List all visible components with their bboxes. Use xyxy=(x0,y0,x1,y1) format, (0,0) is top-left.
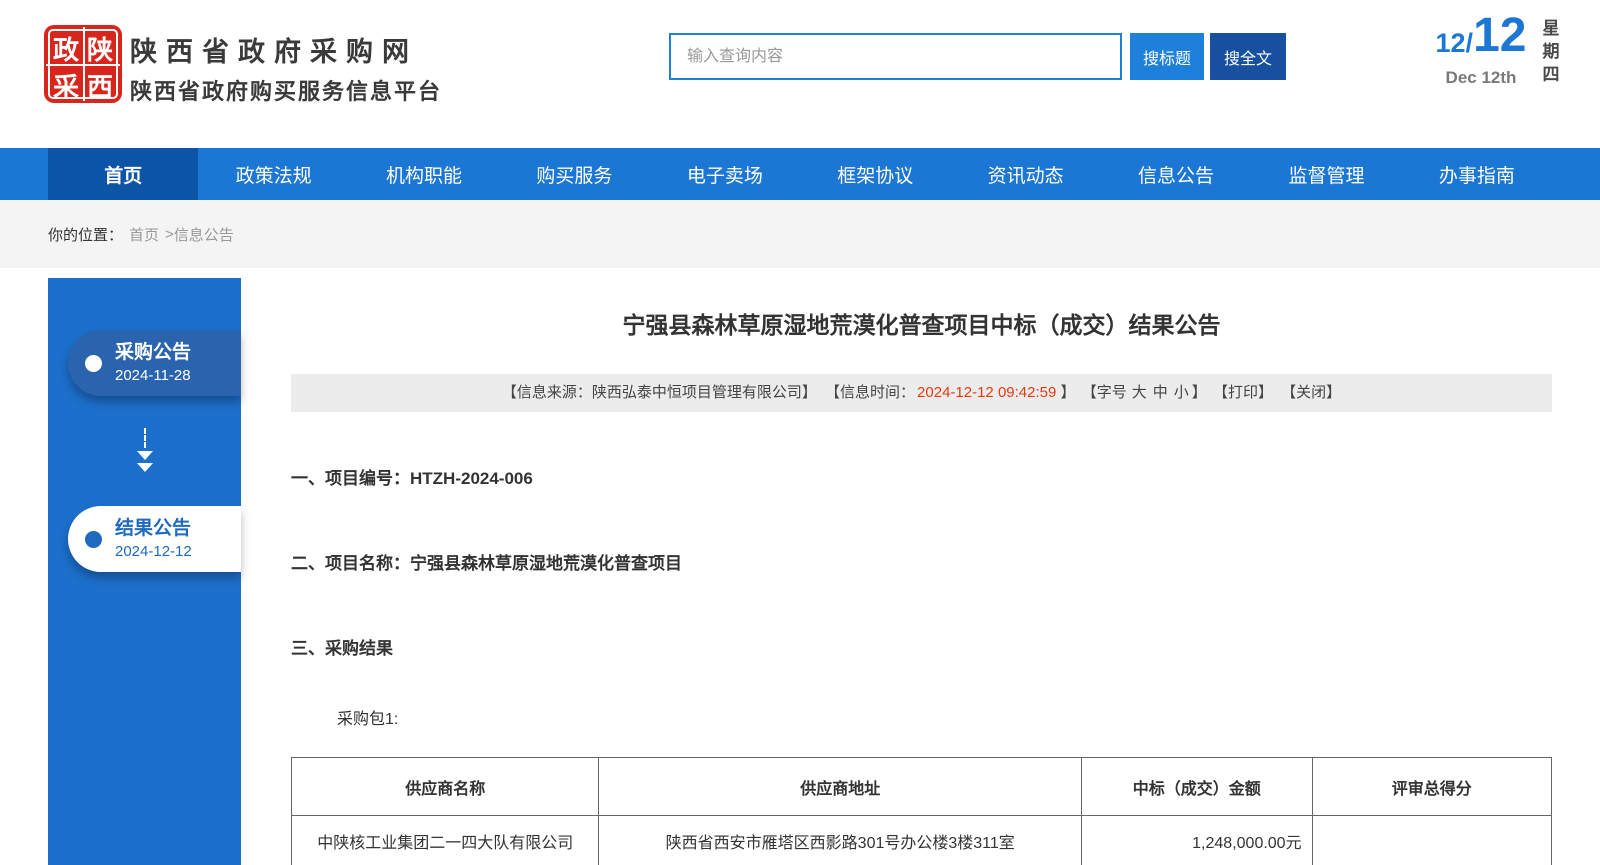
timeline-down-arrow-icon xyxy=(48,428,241,472)
nav-item-purchase-services[interactable]: 购买服务 xyxy=(499,148,649,200)
section-project-name: 二、项目名称：宁强县森林草原湿地荒漠化普查项目 xyxy=(291,549,1552,574)
seal-divider xyxy=(46,64,120,66)
nav-item-framework-agreements[interactable]: 框架协议 xyxy=(800,148,950,200)
seal-char: 政 xyxy=(49,30,83,67)
meta-fontsize-suffix: 】 xyxy=(1192,384,1207,401)
timeline-dot-icon xyxy=(85,355,102,372)
breadcrumb-home-link[interactable]: 首页 xyxy=(129,224,159,245)
timeline-item-result-notice[interactable]: 结果公告 2024-12-12 xyxy=(68,506,241,572)
package-label: 采购包1: xyxy=(337,705,1552,729)
meta-time-value: 2024-12-12 09:42:59 xyxy=(917,384,1056,401)
nav-item-announcements[interactable]: 信息公告 xyxy=(1101,148,1251,200)
nav-item-policies[interactable]: 政策法规 xyxy=(198,148,348,200)
cell-supplier-address: 陕西省西安市雁塔区西影路301号办公楼3楼311室 xyxy=(599,816,1082,865)
col-review-score: 评审总得分 xyxy=(1312,758,1551,816)
section-project-number: 一、项目编号：HTZH-2024-006 xyxy=(291,464,1552,489)
table-row: 中陕核工业集团二一四大队有限公司 陕西省西安市雁塔区西影路301号办公楼3楼31… xyxy=(292,816,1552,865)
search-title-button[interactable]: 搜标题 xyxy=(1130,33,1204,80)
article-meta-bar: 【信息来源：陕西弘泰中恒项目管理有限公司】 【信息时间：2024-12-12 0… xyxy=(291,374,1552,412)
page-header: 政 陕 采 西 陕西省政府采购网 陕西省政府购买服务信息平台 搜标题 搜全文 1… xyxy=(0,0,1600,148)
nav-item-news[interactable]: 资讯动态 xyxy=(950,148,1100,200)
date-day: 12 xyxy=(1473,12,1526,60)
col-award-amount: 中标（成交）金额 xyxy=(1082,758,1313,816)
print-link[interactable]: 【打印】 xyxy=(1213,384,1273,401)
main-nav: 首页 政策法规 机构职能 购买服务 电子卖场 框架协议 资讯动态 信息公告 监督… xyxy=(0,148,1600,200)
nav-item-guide[interactable]: 办事指南 xyxy=(1402,148,1552,200)
seal-char: 西 xyxy=(83,67,117,104)
cell-review-score xyxy=(1312,816,1551,865)
seal-char: 采 xyxy=(49,67,83,104)
timeline-item-label: 结果公告 xyxy=(115,518,192,541)
timeline-item-label: 采购公告 xyxy=(115,342,191,365)
result-table: 供应商名称 供应商地址 中标（成交）金额 评审总得分 中陕核工业集团二一四大队有… xyxy=(291,757,1552,865)
search-fulltext-button[interactable]: 搜全文 xyxy=(1210,33,1286,80)
cell-award-amount: 1,248,000.00元 xyxy=(1082,816,1313,865)
col-supplier-address: 供应商地址 xyxy=(599,758,1082,816)
site-subtitle: 陕西省政府购买服务信息平台 xyxy=(130,74,442,106)
meta-source: 【信息来源：陕西弘泰中恒项目管理有限公司】 xyxy=(502,384,817,401)
search-input[interactable] xyxy=(669,33,1122,80)
close-link[interactable]: 【关闭】 xyxy=(1281,384,1341,401)
timeline-item-date: 2024-11-28 xyxy=(115,367,191,384)
timeline-dot-icon xyxy=(85,531,102,548)
timeline-item-procurement-notice[interactable]: 采购公告 2024-11-28 xyxy=(68,330,241,396)
seal-char: 陕 xyxy=(83,30,117,67)
breadcrumb-current-link[interactable]: 信息公告 xyxy=(174,224,234,245)
meta-fontsize-prefix: 【字号 xyxy=(1082,384,1127,401)
col-supplier-name: 供应商名称 xyxy=(292,758,599,816)
date-english: Dec 12th xyxy=(1436,68,1527,88)
fontsize-small-link[interactable]: 小 xyxy=(1174,384,1189,401)
article-content: 宁强县森林草原湿地荒漠化普查项目中标（成交）结果公告 【信息来源：陕西弘泰中恒项… xyxy=(241,268,1600,865)
date-month: 12/ xyxy=(1436,28,1474,59)
section-procurement-result: 三、采购结果 xyxy=(291,634,1552,659)
site-title: 陕西省政府采购网 xyxy=(130,30,418,69)
timeline-item-date: 2024-12-12 xyxy=(115,543,192,560)
cell-supplier-name: 中陕核工业集团二一四大队有限公司 xyxy=(292,816,599,865)
nav-item-functions[interactable]: 机构职能 xyxy=(349,148,499,200)
breadcrumb: 你的位置： 首页 > 信息公告 xyxy=(0,200,1600,268)
nav-item-supervision[interactable]: 监督管理 xyxy=(1251,148,1401,200)
main-area: 采购公告 2024-11-28 结果公告 2024-12-12 宁强县森林草原湿… xyxy=(0,268,1600,865)
breadcrumb-label: 你的位置： xyxy=(48,224,123,245)
date-weekday: 星期四 xyxy=(1542,18,1562,88)
fontsize-medium-link[interactable]: 中 xyxy=(1153,384,1168,401)
date-widget: 12/ 12 Dec 12th 星期四 xyxy=(1436,12,1562,88)
article-title: 宁强县森林草原湿地荒漠化普查项目中标（成交）结果公告 xyxy=(291,306,1552,340)
meta-time-prefix: 【信息时间： xyxy=(825,384,915,401)
table-header-row: 供应商名称 供应商地址 中标（成交）金额 评审总得分 xyxy=(292,758,1552,816)
site-logo-seal-icon: 政 陕 采 西 xyxy=(44,25,122,103)
timeline-sidebar: 采购公告 2024-11-28 结果公告 2024-12-12 xyxy=(48,278,241,865)
fontsize-large-link[interactable]: 大 xyxy=(1132,384,1147,401)
breadcrumb-separator: > xyxy=(165,226,174,243)
nav-item-e-marketplace[interactable]: 电子卖场 xyxy=(650,148,800,200)
meta-time-suffix: 】 xyxy=(1061,384,1076,401)
nav-item-home[interactable]: 首页 xyxy=(48,148,198,200)
